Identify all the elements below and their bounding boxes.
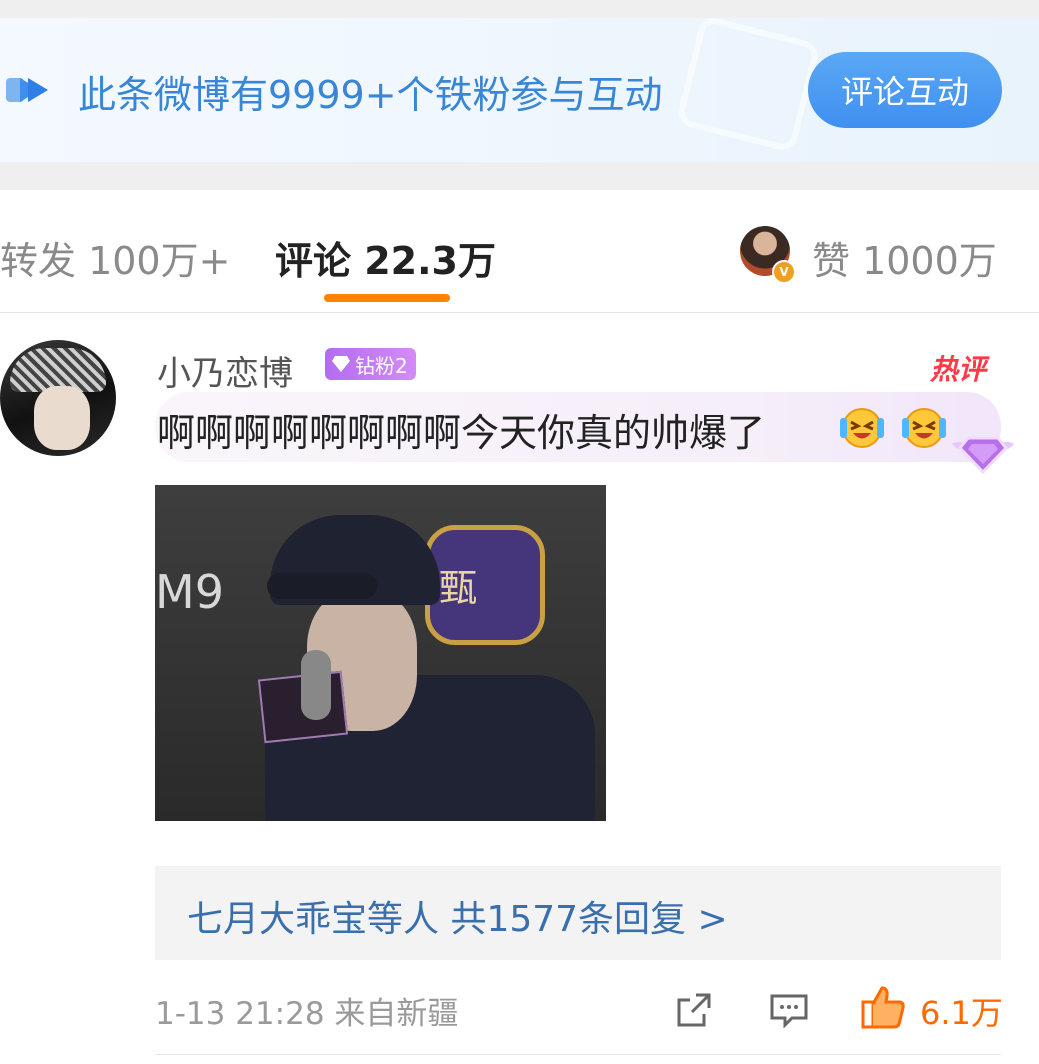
active-tab-indicator — [324, 294, 450, 302]
like-count: 6.1万 — [920, 994, 1003, 1032]
interaction-tabs: 转发 100万+ 评论 22.3万 赞 1000万 — [0, 190, 1039, 313]
fan-level-badge[interactable]: 钻粉2 — [325, 348, 416, 380]
laughing-crying-emoji-icon — [840, 408, 884, 448]
top-spacer — [0, 0, 1039, 18]
fan-interaction-banner: 此条微博有9999+个铁粉参与互动 评论互动 — [0, 18, 1039, 162]
image-cap-brim — [267, 573, 377, 599]
view-replies-link[interactable]: 七月大乖宝等人 共1577条回复 > — [187, 890, 728, 942]
comment-icon[interactable] — [770, 994, 808, 1028]
avatar-face — [34, 386, 90, 450]
section-spacer — [0, 162, 1039, 190]
share-icon[interactable] — [676, 992, 712, 1028]
diamond-wing-decoration-icon — [952, 436, 1014, 475]
fan-level-label: 钻粉2 — [355, 353, 408, 378]
image-logo-text: 甄 — [439, 566, 478, 610]
diamond-icon — [332, 356, 350, 372]
banner-decoration — [675, 18, 821, 154]
thumbs-up-icon[interactable] — [860, 984, 906, 1030]
divider — [155, 1054, 1001, 1055]
comment-interaction-button[interactable]: 评论互动 — [808, 52, 1002, 128]
tab-like[interactable]: 赞 1000万 — [812, 230, 997, 285]
comment-text: 啊啊啊啊啊啊啊啊今天你真的帅爆了 — [157, 411, 766, 455]
commenter-avatar[interactable] — [0, 340, 116, 456]
comment-image[interactable]: M9 甄 — [155, 485, 606, 821]
comment-timestamp-location: 1-13 21:28 来自新疆 — [155, 996, 459, 1032]
double-arrow-icon — [6, 78, 48, 102]
microphone-icon — [301, 650, 331, 720]
commenter-username[interactable]: 小乃恋博 — [157, 346, 293, 395]
tab-repost[interactable]: 转发 100万+ — [0, 230, 230, 285]
image-overlay-text: M9 — [155, 565, 224, 619]
verified-badge-icon: V — [772, 260, 796, 284]
tab-comment[interactable]: 评论 22.3万 — [275, 230, 496, 285]
laughing-crying-emoji-icon — [902, 408, 946, 448]
banner-text: 此条微博有9999+个铁粉参与互动 — [78, 73, 663, 117]
hot-comment-tag: 热评 — [930, 353, 987, 386]
